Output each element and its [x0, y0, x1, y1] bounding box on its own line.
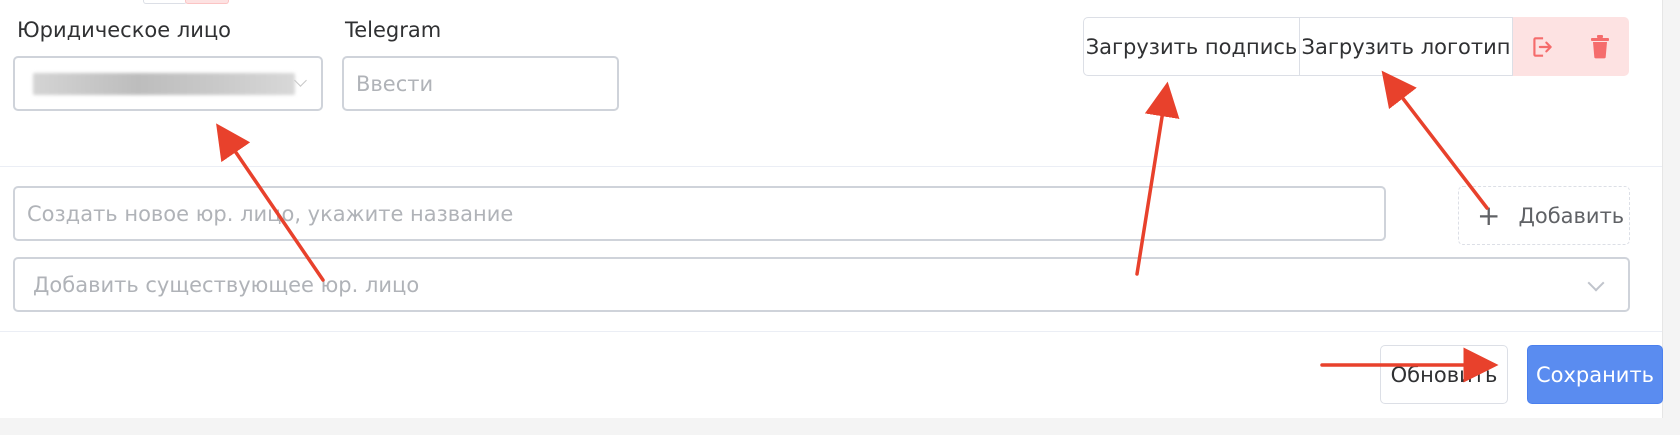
upload-signature-button[interactable]: Загрузить подпись [1083, 17, 1300, 76]
tab-edge [143, 0, 187, 4]
legal-entity-card: Юридическое лицо Telegram Ввести Загрузи… [0, 0, 1663, 418]
new-entity-placeholder: Создать новое юр. лицо, укажите название [27, 202, 514, 226]
footer-divider [0, 331, 1662, 332]
chevron-down-icon [294, 74, 307, 87]
existing-entity-select[interactable]: Добавить существующее юр. лицо [13, 257, 1630, 312]
redacted-value [33, 73, 295, 95]
new-entity-input[interactable]: Создать новое юр. лицо, укажите название [13, 186, 1386, 241]
plus-icon: + [1477, 198, 1501, 232]
refresh-button[interactable]: Обновить [1380, 345, 1508, 404]
save-button[interactable]: Сохранить [1527, 345, 1663, 404]
tab-edge-danger [185, 0, 229, 4]
telegram-input[interactable]: Ввести [342, 56, 619, 111]
legal-entity-label: Юридическое лицо [17, 18, 232, 42]
telegram-label: Telegram [345, 18, 442, 42]
chevron-down-icon [1587, 274, 1605, 292]
logout-icon [1533, 36, 1552, 57]
upload-logo-button[interactable]: Загрузить логотип [1300, 17, 1513, 76]
add-entity-button[interactable]: + Добавить [1458, 186, 1630, 245]
existing-entity-placeholder: Добавить существующее юр. лицо [33, 273, 420, 297]
legal-entity-select[interactable] [13, 56, 323, 111]
delete-button[interactable] [1571, 17, 1629, 76]
logout-button[interactable] [1513, 17, 1571, 76]
add-entity-label: Добавить [1518, 203, 1625, 228]
telegram-placeholder: Ввести [356, 72, 434, 96]
section-divider [0, 166, 1662, 167]
trash-icon [1591, 34, 1609, 58]
